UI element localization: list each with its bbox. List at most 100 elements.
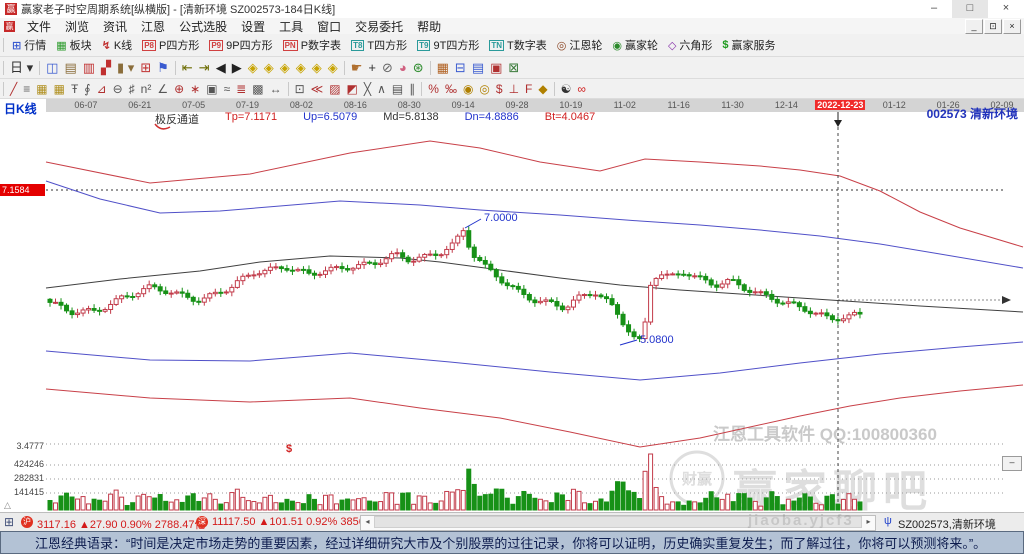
menu-item-4[interactable]: 公式选股 [172, 18, 234, 35]
shade-tool-icon[interactable]: ▨ [326, 83, 343, 95]
menu-item-7[interactable]: 窗口 [310, 18, 348, 35]
quote-list-icon[interactable]: ▤ [61, 61, 79, 74]
zoom-diamond-3-icon[interactable]: ◈ [277, 61, 293, 74]
hatch-tool-icon[interactable]: ≡ [20, 83, 33, 95]
vlines-tool-icon[interactable]: ∥ [406, 83, 418, 95]
kline-button[interactable]: ↯K线 [97, 37, 138, 53]
rays-tool-icon[interactable]: ≪ [308, 83, 327, 95]
menu-item-1[interactable]: 浏览 [58, 18, 96, 35]
notes-button-icon[interactable]: ▤ [469, 61, 487, 74]
next-bar-button-icon[interactable]: ▶ [229, 61, 245, 74]
angle-tool-icon[interactable]: ∠ [154, 83, 171, 95]
t-square-button[interactable]: T8T四方形 [346, 37, 412, 53]
gann-square-9-tool-icon[interactable]: ▦ [33, 83, 50, 95]
menu-item-8[interactable]: 交易委托 [348, 18, 410, 35]
menu-item-9[interactable]: 帮助 [410, 18, 448, 35]
cross-tool-icon[interactable]: ╳ [361, 83, 374, 95]
minimize-button[interactable]: – [916, 0, 952, 18]
winner-wheel-button[interactable]: ◉赢家轮 [607, 37, 663, 53]
gold-diamond-tool-icon[interactable]: ◆ [535, 83, 550, 95]
last-bar-button-icon[interactable]: ⇥ [196, 61, 213, 74]
period-day-selector-icon[interactable]: 日 ▾ [7, 61, 36, 74]
p9-square-button[interactable]: P99P四方形 [204, 37, 277, 53]
sectors-button[interactable]: ▦板块 [51, 37, 96, 53]
kline-style2-icon[interactable]: ▞ [98, 61, 114, 74]
scroll-right-button[interactable]: ▸ [862, 516, 875, 528]
time-divider-tool-icon[interactable]: Ŧ [68, 83, 81, 95]
menu-item-3[interactable]: 江恩 [134, 18, 172, 35]
zoom-diamond-5-icon[interactable]: ◈ [309, 61, 325, 74]
kline-chart-canvas[interactable]: 江恩工具软件 QQ:100800360财赢赢家聊吧7.00005.0800$ [0, 98, 1024, 512]
band-tool-icon[interactable]: ≣ [233, 83, 249, 95]
mdi-minimize-button[interactable]: _ [965, 19, 983, 34]
t9-square-button[interactable]: T99T四方形 [412, 37, 484, 53]
maximize-button[interactable]: □ [952, 0, 988, 18]
candle-type-selector-icon[interactable]: ▮ ▾ [114, 61, 137, 74]
scroll-left-button[interactable]: ◂ [361, 516, 374, 528]
scrollbar-thumb[interactable] [374, 516, 862, 528]
close-button[interactable]: × [988, 0, 1024, 18]
golden-ring-tool-icon[interactable]: ◎ [476, 83, 492, 95]
corner-tool-icon[interactable]: ◩ [344, 83, 361, 95]
zoom-diamond-2-icon[interactable]: ◈ [261, 61, 277, 74]
winner-service-button[interactable]: $赢家服务 [717, 37, 780, 53]
save-button-icon[interactable]: ▣ [487, 61, 505, 74]
n-square-tool-icon[interactable]: n² [138, 83, 155, 95]
infinity-button-icon[interactable]: ∞ [574, 83, 589, 95]
flag-icon[interactable]: ⚑ [154, 61, 172, 74]
export-button-icon[interactable]: ⊠ [505, 61, 522, 74]
triangle-measure-tool-icon[interactable]: ⊿ [94, 83, 110, 95]
frame-tool-icon[interactable]: ⊡ [292, 83, 308, 95]
percent-tool-icon[interactable]: % [425, 83, 442, 95]
horizontal-scrollbar[interactable]: ◂ ▸ [360, 515, 876, 531]
hlines-tool-icon[interactable]: ▤ [389, 83, 406, 95]
gann-target-tool-icon[interactable]: ⊕ [171, 83, 187, 95]
crosshair-tool-button-icon[interactable]: + [365, 61, 379, 74]
support-tool-icon[interactable]: ⊥ [506, 83, 522, 95]
calculator-button-icon[interactable]: ⊟ [452, 61, 469, 74]
stamp-tool-button-icon[interactable]: ◕ [396, 61, 410, 74]
mdi-restore-button[interactable]: ⊡ [984, 19, 1002, 34]
permille-tool-icon[interactable]: ‰ [442, 83, 460, 95]
p-table-button[interactable]: PNP数字表 [278, 37, 346, 53]
zoom-diamond-6-icon[interactable]: ◈ [325, 61, 341, 74]
menu-item-6[interactable]: 工具 [272, 18, 310, 35]
select-tool-button-icon[interactable]: ⊘ [379, 61, 396, 74]
ellipse-tool-icon[interactable]: ⊖ [110, 83, 126, 95]
volume-pane-collapse-button[interactable]: – [1002, 456, 1022, 471]
p-square-button[interactable]: P8P四方形 [137, 37, 204, 53]
menu-item-0[interactable]: 文件 [20, 18, 58, 35]
golden-circle-tool-icon[interactable]: ◉ [460, 83, 476, 95]
wave-tool-icon[interactable]: ≈ [221, 83, 234, 95]
eraser-tool-button-icon[interactable]: ⊛ [410, 61, 427, 74]
price-mark-tool-icon[interactable]: $ [493, 83, 506, 95]
first-bar-button-icon[interactable]: ⇤ [179, 61, 196, 74]
taiji-button-icon[interactable]: ☯ [558, 83, 575, 95]
quotes-button[interactable]: ⊞行情 [7, 37, 51, 53]
spiral-tool-icon[interactable]: ∮ [81, 83, 93, 95]
mdi-close-button[interactable]: × [1003, 19, 1021, 34]
kline-style-icon[interactable]: ▥ [80, 61, 98, 74]
menu-item-2[interactable]: 资讯 [96, 18, 134, 35]
box-tool-icon[interactable]: ▣ [203, 83, 220, 95]
pen-tool-icon[interactable]: ╱ [7, 83, 20, 95]
hexagon-button[interactable]: ◇六角形 [663, 37, 717, 53]
quote-grid-icon[interactable]: ⊞ [4, 515, 14, 529]
prev-bar-button-icon[interactable]: ◀ [213, 61, 229, 74]
calendar-button-icon[interactable]: ▦ [434, 61, 452, 74]
hand-tool-button-icon[interactable]: ☛ [348, 61, 366, 74]
gann-wheel-button[interactable]: ◎江恩轮 [552, 37, 608, 53]
width-tool-icon[interactable]: ↔ [267, 83, 285, 95]
chart-window-icon[interactable]: ◫ [43, 61, 61, 74]
menu-item-5[interactable]: 设置 [234, 18, 272, 35]
comb-lines-tool-icon[interactable]: ♯ [126, 83, 138, 95]
mesh-tool-icon[interactable]: ▩ [249, 83, 266, 95]
grid-window-icon[interactable]: ⊞ [137, 61, 154, 74]
star-tool-icon[interactable]: ∗ [187, 83, 203, 95]
fibonacci-tool-icon[interactable]: F [522, 83, 535, 95]
gann-square-144-tool-icon[interactable]: ▦ [51, 83, 68, 95]
zoom-diamond-1-icon[interactable]: ◈ [245, 61, 261, 74]
zoom-diamond-4-icon[interactable]: ◈ [293, 61, 309, 74]
t-table-button[interactable]: TNT数字表 [484, 37, 551, 53]
zigzag-tool-icon[interactable]: ∧ [374, 83, 389, 95]
